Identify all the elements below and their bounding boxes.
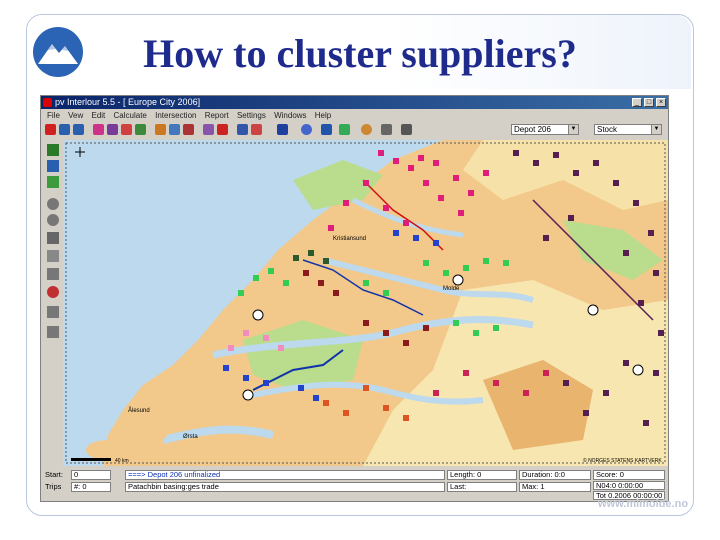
depot-icon[interactable] (155, 124, 166, 135)
map-view-icon[interactable] (47, 176, 59, 188)
place-alesund: Ålesund (128, 407, 150, 414)
length-field: Length: 0 (447, 470, 517, 480)
lock-icon[interactable] (47, 232, 59, 244)
trips-value: #: 0 (71, 482, 111, 492)
chevron-down-icon[interactable]: ▼ (568, 125, 578, 134)
window-title: pv Interlour 5.5 - [ Europe City 2006] (55, 97, 201, 107)
order-icon[interactable] (169, 124, 180, 135)
layers-icon[interactable] (47, 144, 59, 156)
depot-status-line: ===> Depot 206 unfinalized (125, 470, 445, 480)
brand-url: www.mimolde.no (598, 498, 689, 510)
menu-intersection[interactable]: Intersection (155, 110, 196, 122)
close-button[interactable]: × (656, 98, 666, 107)
depot-sub-line: Patachbin basing:ges trade (125, 482, 445, 492)
menu-settings[interactable]: Settings (237, 110, 266, 122)
target-icon[interactable] (47, 286, 59, 298)
pin-icon[interactable] (47, 250, 59, 262)
menu-bar: File Vew Edit Calculate Intersection Rep… (41, 110, 668, 122)
menu-file[interactable]: File (47, 110, 60, 122)
place-kristiansund: Kristiansund (333, 236, 366, 242)
open-icon[interactable] (59, 124, 70, 135)
truck-icon[interactable] (121, 124, 132, 135)
window-titlebar: pv Interlour 5.5 - [ Europe City 2006] _… (41, 96, 668, 109)
place-orsta: Ørsta (183, 434, 198, 440)
application-window: pv Interlour 5.5 - [ Europe City 2006] _… (40, 95, 669, 502)
map-view[interactable]: Kristiansund Molde Ålesund Ørsta 40 km ©… (63, 140, 668, 466)
last-field: Last: (447, 482, 517, 492)
menu-windows[interactable]: Windows (274, 110, 306, 122)
menu-calculate[interactable]: Calculate (114, 110, 147, 122)
date-field-1: N04:0 0:00:00 (593, 481, 665, 490)
print-icon[interactable] (251, 124, 262, 135)
calculate-icon[interactable] (203, 124, 214, 135)
map-canvas: Kristiansund Molde Ålesund Ørsta 40 km ©… (63, 140, 668, 466)
stats-icon[interactable] (47, 268, 59, 280)
menu-report[interactable]: Report (205, 110, 229, 122)
view-select-value: Stock (597, 125, 618, 134)
driver-icon[interactable] (47, 214, 59, 226)
stop-icon[interactable] (217, 124, 228, 135)
map-icon[interactable] (135, 124, 146, 135)
chevron-down-icon[interactable]: ▼ (651, 125, 661, 134)
map-credit: © NORGES STATENS KARTVERK (583, 457, 662, 464)
route-icon[interactable] (93, 124, 104, 135)
menu-edit[interactable]: Edit (91, 110, 105, 122)
max-field: Max: 1 (519, 482, 591, 492)
menu-view[interactable]: Vew (68, 110, 83, 122)
layer-icon[interactable] (339, 124, 350, 135)
disk-icon[interactable] (277, 124, 288, 135)
start-label: Start: (45, 470, 63, 479)
menu-help[interactable]: Help (315, 110, 331, 122)
cluster-icon[interactable] (107, 124, 118, 135)
minimize-button[interactable]: _ (632, 98, 642, 107)
status-bar: Start: 0 Trips #: 0 ===> Depot 206 unfin… (41, 468, 668, 502)
cluster-tool-icon[interactable] (47, 326, 59, 338)
tools-icon[interactable] (381, 124, 392, 135)
depot-select[interactable]: Depot 206 ▼ (511, 124, 579, 135)
report-icon[interactable] (237, 124, 248, 135)
slide-title: How to cluster suppliers? (143, 31, 577, 76)
save-icon[interactable] (73, 124, 84, 135)
new-icon[interactable] (45, 124, 56, 135)
user-icon[interactable] (47, 198, 59, 210)
score-field: Score: 0 (593, 470, 665, 480)
clock-icon[interactable] (361, 124, 372, 135)
scale-label: 40 km (115, 458, 129, 464)
start-value: 0 (71, 470, 111, 480)
place-molde: Molde (443, 286, 460, 292)
vehicle-icon[interactable] (183, 124, 194, 135)
group-icon[interactable] (47, 306, 59, 318)
duration-field: Duration: 0:0 (519, 470, 591, 480)
view-select[interactable]: Stock ▼ (594, 124, 662, 135)
vehicles-icon[interactable] (47, 160, 59, 172)
settings-icon[interactable] (401, 124, 412, 135)
depot-select-value: Depot 206 (514, 125, 551, 134)
left-toolbar (41, 140, 63, 466)
zoom-icon[interactable] (321, 124, 332, 135)
app-icon (43, 98, 52, 107)
globe-icon[interactable] (301, 124, 312, 135)
maximize-button[interactable]: □ (644, 98, 654, 107)
trips-label: Trips (45, 482, 62, 491)
